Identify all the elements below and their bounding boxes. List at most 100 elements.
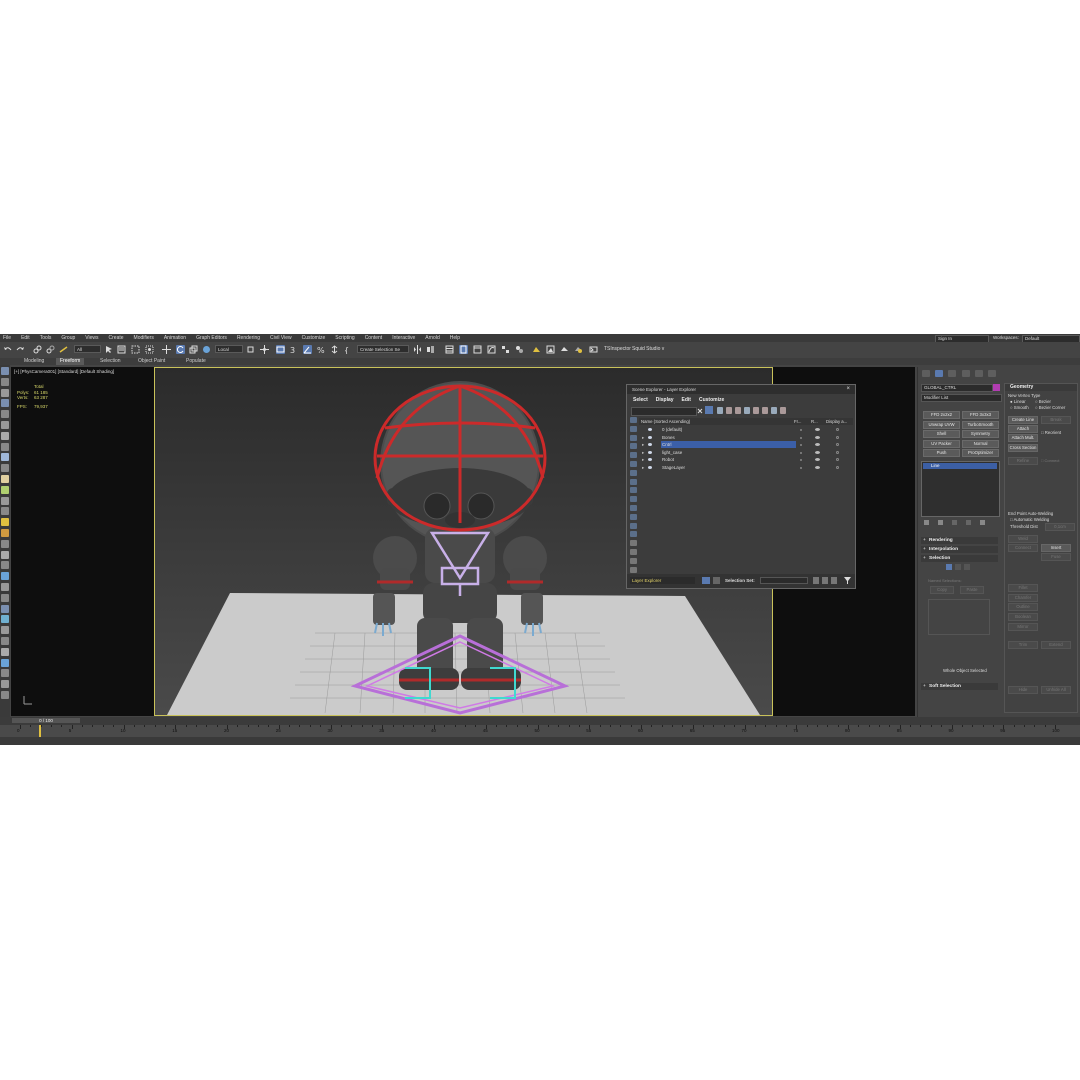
left-tool-icon[interactable] bbox=[1, 485, 9, 494]
left-tool-icon[interactable] bbox=[1, 572, 9, 581]
explorer-menu-display[interactable]: Display bbox=[656, 397, 674, 403]
toggle-layer-explorer-icon[interactable] bbox=[459, 345, 468, 354]
edit-named-selection-icon[interactable]: { bbox=[343, 345, 352, 354]
threshold-dist-spinner[interactable]: 0,1cm bbox=[1045, 523, 1075, 531]
ribbon-tab-object-paint[interactable]: Object Paint bbox=[134, 358, 169, 365]
utilities-tab-icon[interactable] bbox=[988, 370, 996, 377]
left-tool-icon[interactable] bbox=[1, 453, 9, 462]
unlink-icon[interactable] bbox=[46, 345, 55, 354]
menu-customize[interactable]: Customize bbox=[302, 335, 326, 341]
explorer-filter-icon[interactable] bbox=[630, 557, 637, 564]
visibility-eye-icon[interactable] bbox=[648, 458, 652, 462]
motion-tab-icon[interactable] bbox=[962, 370, 970, 377]
ribbon-tab-modeling[interactable]: Modeling bbox=[20, 358, 48, 365]
rectangular-selection-icon[interactable] bbox=[131, 345, 140, 354]
layer-row[interactable]: ▸ Bones bbox=[639, 434, 853, 441]
left-tool-icon[interactable] bbox=[1, 637, 9, 645]
explorer-type-dropdown[interactable]: Layer Explorer bbox=[630, 577, 695, 584]
layer-add-selection-icon[interactable] bbox=[744, 407, 750, 414]
insert-button[interactable]: Insert bbox=[1041, 544, 1071, 552]
break-button[interactable]: Break bbox=[1041, 416, 1071, 424]
mirror-icon[interactable] bbox=[413, 345, 422, 354]
explorer-filter-icon[interactable] bbox=[630, 478, 637, 485]
link-icon[interactable] bbox=[33, 345, 42, 354]
geometry-title[interactable]: Geometry bbox=[1005, 384, 1077, 391]
hierarchy-tab-icon[interactable] bbox=[948, 370, 956, 377]
menu-arnold[interactable]: Arnold bbox=[425, 335, 439, 341]
modifier-button-unwrap-uvw[interactable]: Unwrap UVW bbox=[923, 420, 960, 429]
modifier-button-symmetry[interactable]: Symmetry bbox=[962, 430, 999, 438]
rendered-frame-window-icon[interactable] bbox=[546, 345, 555, 354]
menu-help[interactable]: Help bbox=[450, 335, 460, 341]
menu-content[interactable]: Content bbox=[365, 335, 383, 341]
explorer-filter-icon[interactable] bbox=[630, 434, 637, 441]
clear-search-icon[interactable] bbox=[696, 407, 704, 415]
visibility-eye-icon[interactable] bbox=[648, 428, 652, 431]
squid-studio-label[interactable]: Squid Studio v bbox=[632, 346, 664, 352]
scene-explorer-title[interactable]: Scene Explorer - Layer Explorer bbox=[627, 385, 855, 394]
menu-views[interactable]: Views bbox=[85, 335, 98, 341]
paste-button[interactable]: Paste bbox=[960, 586, 984, 594]
explorer-filter-icon[interactable] bbox=[630, 549, 637, 555]
display-mode-icon[interactable] bbox=[836, 428, 839, 431]
layer-sort-icon[interactable] bbox=[762, 407, 768, 414]
copy-button[interactable]: Copy bbox=[930, 586, 954, 594]
display-mode-icon[interactable] bbox=[836, 458, 839, 462]
column-render-header[interactable]: R... bbox=[811, 418, 818, 425]
reorient-checkbox[interactable]: □ Reorient bbox=[1041, 430, 1061, 435]
material-editor-icon[interactable] bbox=[515, 345, 524, 354]
explorer-filter-icon[interactable] bbox=[630, 417, 637, 423]
extend-button[interactable]: Extend bbox=[1041, 641, 1071, 649]
menu-tools[interactable]: Tools bbox=[40, 335, 52, 341]
stack-item-line[interactable]: Line bbox=[923, 463, 997, 469]
spinner-snap-icon[interactable] bbox=[330, 345, 339, 354]
menu-group[interactable]: Group bbox=[61, 335, 75, 341]
visibility-eye-icon[interactable] bbox=[648, 450, 652, 454]
left-tool-icon[interactable] bbox=[1, 518, 9, 527]
pivot-center-icon[interactable] bbox=[246, 345, 255, 354]
layer-row[interactable]: ▸ StageLayer bbox=[639, 464, 853, 471]
keyboard-shortcut-override-icon[interactable] bbox=[276, 345, 285, 354]
render-teapot-icon[interactable] bbox=[815, 428, 820, 431]
window-crossing-icon[interactable] bbox=[145, 345, 154, 354]
select-manipulate-icon[interactable] bbox=[260, 345, 269, 354]
mirror-button[interactable]: Mirror bbox=[1008, 623, 1038, 631]
visibility-eye-icon[interactable] bbox=[648, 435, 652, 439]
left-tool-icon[interactable] bbox=[1, 680, 9, 689]
select-by-name-icon[interactable] bbox=[117, 345, 126, 354]
create-line-button[interactable]: Create Line bbox=[1008, 416, 1038, 424]
column-freeze-header[interactable]: Fr... bbox=[794, 418, 801, 425]
scene-explorer-search-input[interactable] bbox=[631, 407, 697, 416]
weld-button[interactable]: Weld bbox=[1008, 535, 1038, 543]
attach-mult-button[interactable]: Attach Mult. bbox=[1008, 434, 1038, 442]
left-tool-icon[interactable] bbox=[1, 431, 9, 440]
render-setup-icon[interactable] bbox=[532, 345, 541, 354]
layer-row[interactable]: ▸ light_case bbox=[639, 449, 853, 456]
render-teapot-icon[interactable] bbox=[815, 450, 820, 454]
menu-rendering[interactable]: Rendering bbox=[237, 335, 260, 341]
automatic-welding-checkbox[interactable]: □ Automatic Welding bbox=[1010, 517, 1049, 522]
curve-editor-icon[interactable] bbox=[487, 345, 496, 354]
object-name-input[interactable]: GLOBAL_CTRL bbox=[921, 384, 993, 392]
schematic-view-icon[interactable] bbox=[501, 345, 510, 354]
pin-stack-icon[interactable] bbox=[924, 520, 929, 525]
modifier-list-dropdown[interactable]: Modifier List bbox=[921, 394, 1002, 402]
show-end-result-icon[interactable] bbox=[938, 520, 943, 525]
explorer-filter-icon[interactable] bbox=[630, 469, 637, 476]
left-tool-icon[interactable] bbox=[1, 464, 9, 473]
undo-icon[interactable] bbox=[3, 345, 12, 354]
percent-snap-icon[interactable]: % bbox=[317, 345, 326, 354]
menu-civil-view[interactable]: Civil View bbox=[270, 335, 292, 341]
expand-arrow-icon[interactable]: ▸ bbox=[642, 441, 644, 448]
trim-button[interactable]: Trim bbox=[1008, 641, 1038, 649]
explorer-filter-icon[interactable] bbox=[630, 531, 637, 538]
display-mode-icon[interactable] bbox=[836, 435, 839, 439]
selection-filter-dropdown[interactable]: All bbox=[74, 345, 101, 353]
funnel-filter-icon[interactable] bbox=[844, 577, 851, 584]
add-layer-icon[interactable] bbox=[726, 407, 732, 414]
track-bar[interactable]: 0 5 10 15 20 25 30 35 40 45 50 55 60 65 70 75 80 85 90 95 10… bbox=[0, 725, 1080, 737]
highlight-icon[interactable] bbox=[780, 407, 786, 414]
freeze-dot-icon[interactable] bbox=[800, 451, 802, 454]
modifier-button-ffd-2x2x2[interactable]: FFD 2x2x2 bbox=[923, 411, 960, 419]
freeze-dot-icon[interactable] bbox=[800, 444, 802, 447]
